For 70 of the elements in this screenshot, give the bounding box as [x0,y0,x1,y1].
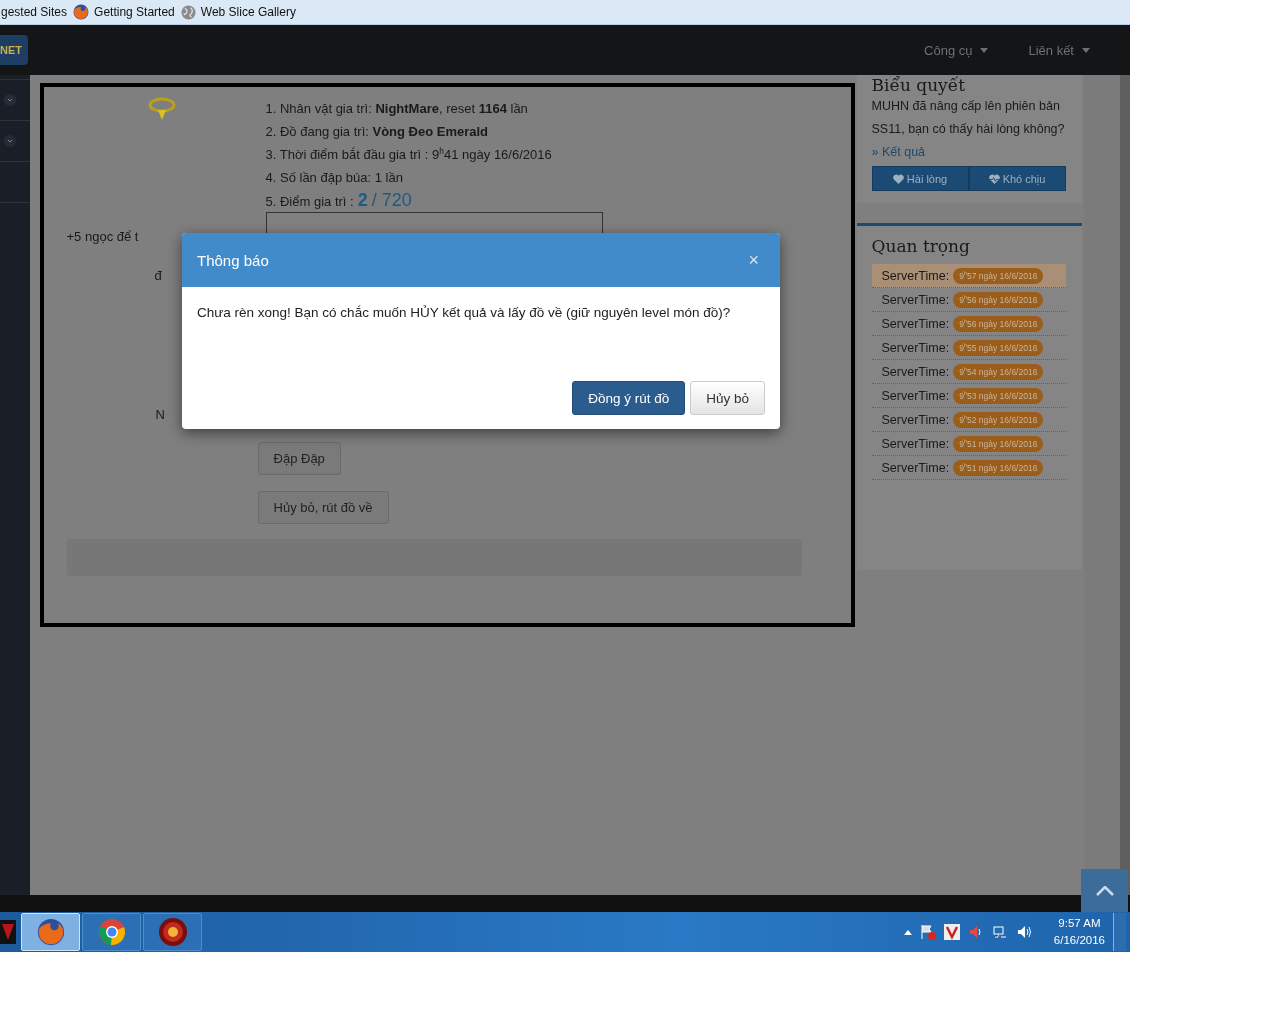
caret-icon [980,47,989,53]
bookmark-link[interactable]: Getting Started [73,4,175,20]
time-badge: 9$^{h}$56 ngày 16/6/2016 [953,291,1044,308]
nav-menu[interactable]: Công cụ [924,42,989,58]
cancel-withdraw-button[interactable]: Hủy bỏ, rút đồ về [257,491,389,524]
score-value: 2 [357,189,368,212]
scrollbar[interactable] [1119,75,1130,895]
info-line: 1. Nhân vật gia trì: NightMare, reset 1164 lần [265,100,529,118]
info-line: 3. Thời điểm bắt đầu gia trì : 9$^{h}$41 ngày 16/6/2016 [265,144,553,164]
dialog-message: Chưa rèn xong! Bạn có chắc muốn HỦY kết quả và lấy đồ về (giữ nguyên level món đồ)? [196,304,732,322]
volume-icon[interactable] [1015,924,1032,940]
vote-button[interactable]: Hài lòng [871,166,969,191]
bookmark-link[interactable]: Web Slice Gallery [180,4,296,20]
network-icon[interactable] [991,924,1008,940]
close-button[interactable]: × [742,248,765,272]
bookmark-link[interactable]: gested Sites [1,5,68,19]
info-line: 2. Đồ đang gia trì: Vòng Đeo Emerald [265,123,490,141]
clock[interactable]: 9:57 AM 6/16/2016 [1053,915,1105,949]
site-logo[interactable]: NET [0,35,28,65]
flag-icon[interactable] [919,924,936,940]
heartbeat-icon [988,173,1000,184]
row-label: ServerTime: [881,412,950,427]
vote-button[interactable]: Khó chịu [968,166,1066,191]
panel-title: Biểu quyết [871,75,966,95]
row-label: ServerTime: [881,460,950,475]
row-label: ServerTime: [881,316,950,331]
antivirus-icon[interactable] [943,924,960,940]
row-label: ServerTime: [881,388,950,403]
time-badge: 9$^{h}$51 ngày 16/6/2016 [953,459,1044,476]
time-badge: 9$^{h}$53 ngày 16/6/2016 [953,387,1044,404]
chrome-icon [97,918,126,946]
row-label: ServerTime: [881,340,950,355]
time-badge: 9$^{h}$55 ngày 16/6/2016 [953,339,1044,356]
chevron-down-icon [3,135,16,147]
hint-text: N [155,407,165,422]
row-label: ServerTime: [881,292,950,307]
scroll-top-button[interactable] [1081,869,1128,912]
dialog-title: Thông báo [197,251,269,269]
taskbar-app[interactable] [143,913,202,951]
panel-title: Quan trọng [871,235,971,258]
score-label: 5. Điểm gia trì : [265,193,354,211]
show-desktop-button[interactable] [1113,913,1126,951]
info-line: 4. Số lần đập búa: 1 lần [265,169,404,187]
time-badge: 9$^{h}$54 ngày 16/6/2016 [953,363,1044,380]
globe-icon [180,4,196,20]
firefox-icon [73,4,90,20]
heart-icon [892,173,904,184]
hint-text: đ [154,268,162,283]
chevron-up-icon [1095,885,1114,896]
row-label: ServerTime: [881,268,950,283]
score-max: / 720 [371,189,412,212]
firefox-icon [36,918,65,946]
results-link[interactable]: » Kết quả [871,145,926,159]
hint-text: +5 ngọc để t [66,229,139,244]
time-badge: 9$^{h}$52 ngày 16/6/2016 [953,411,1044,428]
nav-menu[interactable]: Liên kết [1028,42,1090,58]
row-label: ServerTime: [881,436,950,451]
time-badge: 9$^{h}$51 ngày 16/6/2016 [953,435,1044,452]
tray-arrow-icon[interactable] [903,929,912,935]
chevron-down-icon [3,94,16,106]
time-badge: 9$^{h}$57 ngày 16/6/2016 [953,267,1044,284]
taskbar-app[interactable] [82,913,141,951]
cancel-button[interactable]: Hủy bỏ [690,381,765,415]
speaker-icon[interactable] [967,924,984,940]
time-badge: 9$^{h}$56 ngày 16/6/2016 [953,315,1044,332]
row-label: ServerTime: [881,364,950,379]
confirm-button[interactable]: Đồng ý rút đồ [572,381,686,415]
hammer-button[interactable]: Đập Đập [257,442,341,475]
caret-icon [1082,47,1090,53]
poll-question: MUHN đã nâng cấp lên phiên bản SS11, bạn có thấy hài lòng không? » Kết quả [871,98,1066,161]
